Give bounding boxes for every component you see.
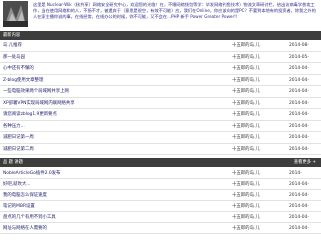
post-author[interactable]: 十五郎的岛.儿 — [232, 201, 260, 212]
post-author[interactable]: 十五郎的岛.儿 — [232, 144, 260, 155]
list-item[interactable]: 岛.儿推荐 十五郎的岛.儿 2014-08- — [0, 40, 321, 52]
post-date: 2014-04- — [289, 100, 309, 106]
post-date: 2014-04- — [289, 66, 309, 71]
list-item[interactable]: 各种压力... 十五郎的岛.儿 2014-04- — [0, 121, 321, 132]
post-title-link[interactable]: 各种压力... — [3, 121, 25, 132]
post-author[interactable]: 十五郎的岛.儿 — [232, 75, 260, 86]
section-title: 最新内容 — [3, 33, 21, 38]
site-header: 这里是 Nuclear-Wik（核共享）网络安全研究中心，欢迎您的光临！在，不睡… — [0, 0, 321, 29]
list-item[interactable]: 笔记的MBR设置 十五郎的岛.儿 2014-04- — [0, 201, 321, 212]
list-item[interactable]: 请您阅读zblog1.9更新要点 十五郎的岛.儿 2014-04- — [0, 109, 321, 121]
post-title-link[interactable]: 岛.儿推荐 — [3, 40, 22, 51]
post-date: 2014-04- — [289, 215, 309, 220]
post-title-link[interactable]: 减肥日记第一周 — [3, 132, 34, 143]
more-link[interactable]: 查看更多 + — [294, 158, 316, 167]
list-item[interactable]: NobleArticleGo插件2.0发布 十五郎的岛.儿 2014- — [0, 168, 321, 179]
post-author[interactable]: 十五郎的岛.儿 — [232, 179, 260, 190]
post-title-link[interactable]: 一些电脑效果两个局域网共享上网 — [3, 86, 69, 97]
list-item[interactable]: 好吧,就吹大... 十五郎的岛.儿 2014-04- — [0, 179, 321, 190]
list-item[interactable]: 一些电脑效果两个局域网共享上网 十五郎的岛.儿 2014-04- — [0, 86, 321, 98]
post-author[interactable]: 十五郎的岛.儿 — [232, 98, 260, 109]
post-title-link[interactable]: 笔记的MBR设置 — [3, 201, 35, 212]
post-date: 2014-04- — [289, 112, 309, 117]
list-item[interactable]: 减肥日记第二周 十五郎的岛.儿 2014-04- — [0, 144, 321, 155]
post-date: 2014-04- — [289, 146, 309, 152]
post-date: 2014-04- — [289, 135, 309, 140]
post-author[interactable]: 十五郎的岛.儿 — [232, 212, 260, 223]
list-item[interactable]: 心中还有不懈的 十五郎的岛.儿 2014-04- — [0, 63, 321, 75]
post-date: 2014-04- — [289, 182, 309, 187]
list-item[interactable]: XP部署VPN实现局域网内联网络共享 十五郎的岛.儿 2014-04- — [0, 98, 321, 109]
post-date: 2014-08- — [289, 43, 309, 48]
post-date: 2014-04- — [289, 226, 309, 231]
post-title-link[interactable]: 好吧,就吹大... — [3, 179, 31, 190]
avatar[interactable] — [3, 1, 28, 27]
post-author[interactable]: 十五郎的岛.儿 — [232, 63, 260, 74]
post-author[interactable]: 十五郎的岛.儿 — [232, 168, 260, 179]
post-author[interactable]: 十五郎的岛.儿 — [232, 223, 260, 234]
post-title-link[interactable]: Z-blog使用文章整理 — [3, 75, 43, 86]
post-author[interactable]: 十五郎的岛.儿 — [232, 132, 260, 143]
topics-list: NobleArticleGo插件2.0发布 十五郎的岛.儿 2014- 好吧,就吹大.… — [0, 168, 321, 234]
section-topics-header: 品 题 讲题 查看更多 + — [0, 158, 321, 167]
post-author[interactable]: 十五郎的岛.儿 — [232, 121, 260, 132]
post-title-link[interactable]: 我的电脑怎么保证速度 — [3, 190, 47, 201]
post-date: 2014-04- — [289, 204, 309, 209]
post-title-link[interactable]: 心中还有不懈的 — [3, 63, 34, 74]
post-author[interactable]: 十五郎的岛.儿 — [232, 109, 260, 120]
post-author[interactable]: 十五郎的岛.儿 — [232, 86, 260, 97]
post-author[interactable]: 十五郎的岛.儿 — [232, 52, 260, 63]
post-author[interactable]: 十五郎的岛.儿 — [232, 40, 260, 51]
section-latest-header: 最新内容 — [0, 31, 321, 40]
post-title-link[interactable]: 减肥日记第二周 — [3, 144, 34, 155]
site-intro: 这里是 Nuclear-Wik（核共享）网络安全研究中心，欢迎您的光临！在，不睡… — [33, 2, 316, 20]
post-date: 2014-05- — [289, 54, 309, 60]
list-item[interactable]: 盘点的几个有用不到小工具 十五郎的岛.儿 2014-04- — [0, 212, 321, 223]
post-title-link[interactable]: 盘点的几个有用不到小工具 — [3, 212, 56, 223]
list-item[interactable]: 我的电脑怎么保证速度 十五郎的岛.儿 2014-04- — [0, 190, 321, 201]
post-author[interactable]: 十五郎的岛.儿 — [232, 190, 260, 201]
section-title: 品 题 讲题 — [3, 160, 23, 165]
post-title-link[interactable]: 请您阅读zblog1.9更新要点 — [3, 109, 57, 120]
post-title-link[interactable]: 网址与网络在人需要的 — [3, 223, 47, 234]
post-date: 2014-04- — [289, 123, 309, 129]
list-item[interactable]: Z-blog使用文章整理 十五郎的岛.儿 2014-04- — [0, 75, 321, 86]
post-title-link[interactable]: 那一处岛园 — [3, 52, 25, 63]
list-item[interactable]: 减肥日记第一周 十五郎的岛.儿 2014-04- — [0, 132, 321, 144]
post-date: 2014- — [289, 171, 302, 176]
list-item[interactable]: 网址与网络在人需要的 十五郎的岛.儿 2014-04- — [0, 223, 321, 234]
list-item[interactable]: 那一处岛园 十五郎的岛.儿 2014-05- — [0, 52, 321, 63]
post-date: 2014-04- — [289, 193, 309, 198]
post-title-link[interactable]: XP部署VPN实现局域网内联网络共享 — [3, 98, 75, 109]
post-date: 2014-04- — [289, 77, 309, 83]
latest-list: 岛.儿推荐 十五郎的岛.儿 2014-08- 那一处岛园 十五郎的岛.儿 2014-05-… — [0, 40, 321, 155]
post-title-link[interactable]: NobleArticleGo插件2.0发布 — [3, 168, 60, 179]
post-date: 2014-04- — [289, 89, 309, 94]
